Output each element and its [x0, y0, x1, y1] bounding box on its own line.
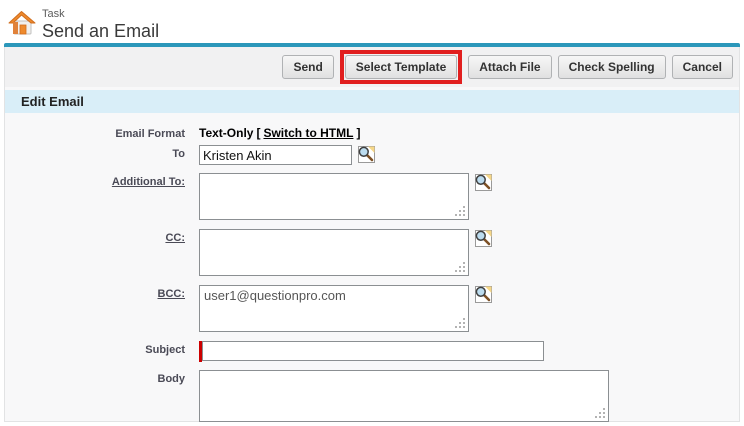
- select-template-highlight-box: Select Template: [340, 50, 462, 84]
- resize-grip[interactable]: [603, 416, 605, 418]
- cc-label-link[interactable]: CC:: [5, 229, 199, 245]
- cc-textarea[interactable]: [199, 229, 469, 276]
- page-title: Send an Email: [42, 21, 159, 42]
- resize-grip[interactable]: [463, 270, 465, 272]
- lookup-magnifier-icon: [357, 145, 376, 164]
- additional-to-row: Additional To:: [5, 173, 739, 220]
- task-home-icon: [8, 9, 36, 37]
- lookup-magnifier-icon: [474, 229, 493, 248]
- check-spelling-button[interactable]: Check Spelling: [558, 55, 666, 79]
- additional-to-label-link[interactable]: Additional To:: [5, 173, 199, 189]
- bcc-row: BCC: user1@questionpro.com: [5, 285, 739, 332]
- email-format-row: Email Format Text-Only [ Switch to HTML …: [5, 126, 739, 141]
- edit-email-page-block: Send Select Template Attach File Check S…: [4, 47, 740, 422]
- additional-to-textarea[interactable]: [199, 173, 469, 220]
- switch-to-html-link[interactable]: Switch to HTML: [263, 126, 353, 141]
- cc-lookup-button[interactable]: [474, 229, 493, 248]
- entity-type-label: Task: [42, 7, 159, 20]
- additional-to-lookup-button[interactable]: [474, 173, 493, 192]
- lookup-magnifier-icon: [474, 285, 493, 304]
- body-textarea[interactable]: [199, 370, 609, 422]
- section-header: Edit Email: [5, 90, 739, 113]
- select-template-button[interactable]: Select Template: [345, 55, 457, 79]
- email-format-value: Text-Only: [199, 126, 253, 141]
- to-lookup-button[interactable]: [357, 145, 376, 164]
- bracket-close: ]: [356, 126, 360, 141]
- page-header: Task Send an Email: [0, 0, 744, 43]
- bcc-lookup-button[interactable]: [474, 285, 493, 304]
- bcc-label-link[interactable]: BCC:: [5, 285, 199, 301]
- cc-row: CC:: [5, 229, 739, 276]
- email-format-label: Email Format: [5, 126, 199, 141]
- subject-label: Subject: [5, 341, 199, 357]
- form-body: Email Format Text-Only [ Switch to HTML …: [5, 113, 739, 422]
- to-label: To: [5, 145, 199, 161]
- bcc-textarea[interactable]: user1@questionpro.com: [199, 285, 469, 332]
- lookup-magnifier-icon: [474, 173, 493, 192]
- to-row: To: [5, 145, 739, 165]
- resize-grip[interactable]: [463, 214, 465, 216]
- to-input[interactable]: [199, 145, 352, 165]
- body-label: Body: [5, 370, 199, 386]
- cancel-button[interactable]: Cancel: [672, 55, 733, 79]
- toolbar: Send Select Template Attach File Check S…: [5, 47, 739, 87]
- attach-file-button[interactable]: Attach File: [468, 55, 551, 79]
- bracket-open: [: [256, 126, 260, 141]
- section-header-title: Edit Email: [21, 94, 84, 109]
- body-row: Body: [5, 370, 739, 422]
- subject-input[interactable]: [202, 341, 544, 361]
- send-button[interactable]: Send: [282, 55, 333, 79]
- subject-row: Subject: [5, 341, 739, 362]
- resize-grip[interactable]: [463, 326, 465, 328]
